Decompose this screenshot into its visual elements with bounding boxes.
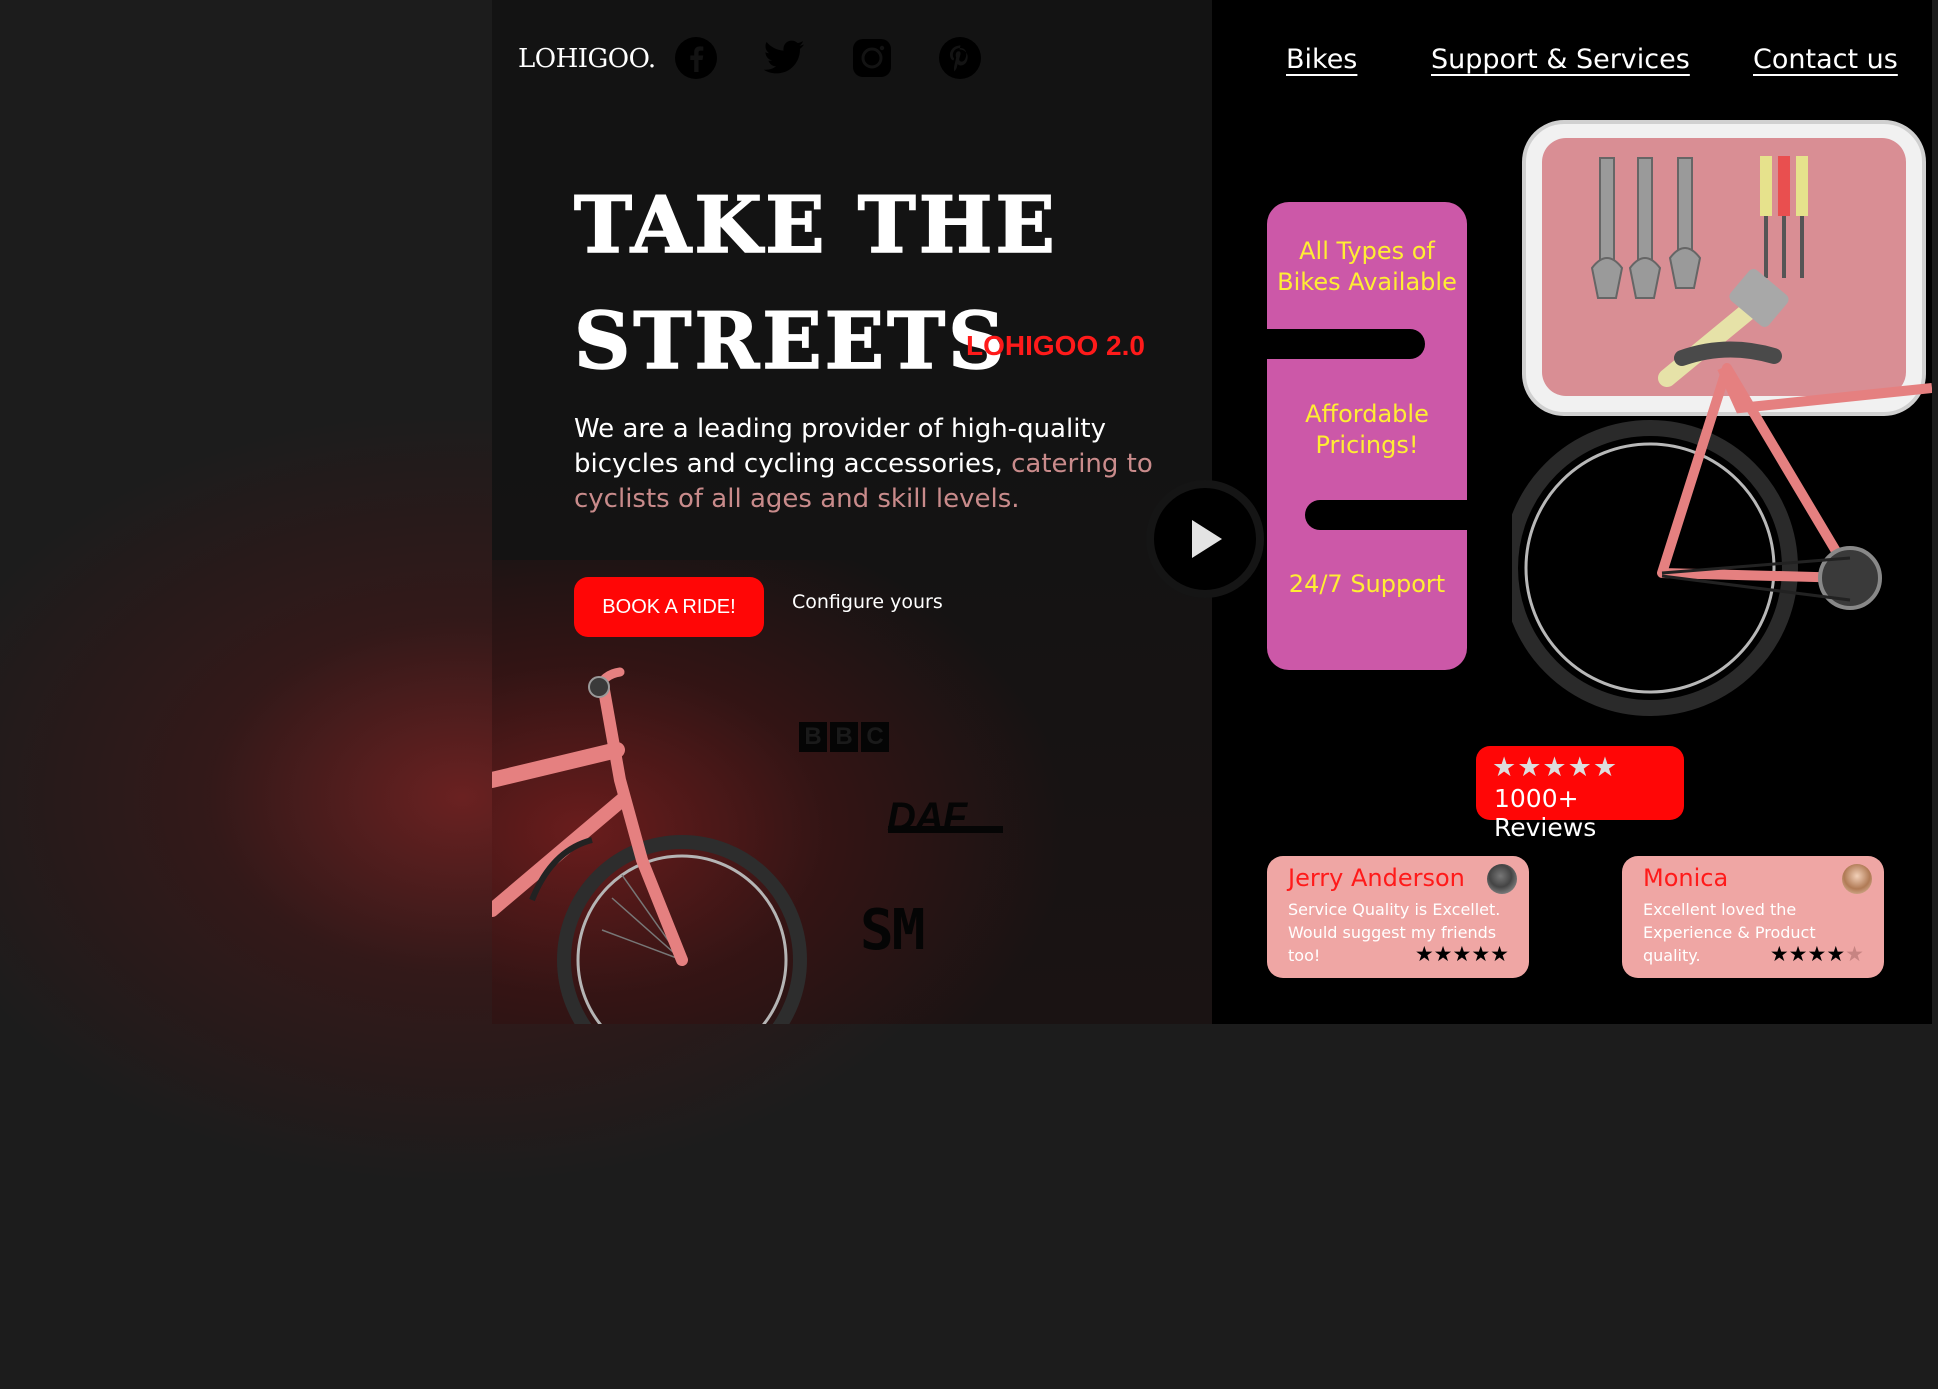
feature-pricing: Affordable Pricings! xyxy=(1305,400,1429,459)
bbc-logo: B B C xyxy=(799,722,889,752)
daf-logo-bar xyxy=(888,826,1003,833)
bbc-letter: B xyxy=(830,722,858,752)
review-stars: ★★★★★ xyxy=(1770,942,1864,966)
review-card: Jerry Anderson Service Quality is Excell… xyxy=(1267,856,1529,978)
empty-stars: ★ xyxy=(1845,942,1864,966)
bbc-letter: C xyxy=(861,722,889,752)
hero-panel: LOHIGOO. TAKE THE STREETS LOHIGOO 2.0 We… xyxy=(492,0,1212,1024)
filled-stars: ★★★★ xyxy=(1769,942,1846,966)
sm-logo: SM xyxy=(860,898,925,963)
reviewer-name: Jerry Anderson xyxy=(1288,864,1465,892)
feature-divider xyxy=(1267,329,1425,359)
review-card: Monica Excellent loved the Experience & … xyxy=(1622,856,1884,978)
nav-bikes[interactable]: Bikes xyxy=(1286,44,1357,75)
landing-page: LOHIGOO. TAKE THE STREETS LOHIGOO 2.0 We… xyxy=(492,0,1932,1024)
hero-title: TAKE THE STREETS xyxy=(573,168,1058,400)
facebook-icon[interactable] xyxy=(674,36,718,80)
feature-bike-types: All Types of Bikes Available xyxy=(1277,237,1457,296)
review-stars: ★★★★★ xyxy=(1415,942,1509,966)
configure-link[interactable]: Configure yours xyxy=(792,591,943,613)
hero-description: We are a leading provider of high-qualit… xyxy=(574,412,1174,517)
toolbox-bike-image xyxy=(1512,120,1932,716)
hero-title-line1: TAKE THE xyxy=(573,179,1058,272)
rating-stars: ★★★★★ xyxy=(1492,752,1619,783)
pinterest-icon[interactable] xyxy=(938,36,982,80)
reviews-count: 1000+ Reviews xyxy=(1494,784,1597,842)
nav-contact-us[interactable]: Contact us xyxy=(1753,44,1898,75)
reviews-badge[interactable]: ★★★★★ 1000+ Reviews xyxy=(1476,746,1684,842)
twitter-icon[interactable] xyxy=(762,36,806,80)
hero-bike-image xyxy=(492,667,807,1024)
version-tag: LOHIGOO 2.0 xyxy=(966,330,1145,361)
bbc-letter: B xyxy=(799,722,827,752)
daf-logo: DAF xyxy=(887,795,967,839)
reviewer-name: Monica xyxy=(1643,864,1729,892)
instagram-icon[interactable] xyxy=(850,36,894,80)
filled-stars: ★★★★★ xyxy=(1414,942,1509,966)
book-ride-button[interactable]: BOOK A RIDE! xyxy=(574,577,764,637)
play-video-button[interactable] xyxy=(1146,480,1264,598)
feature-support: 24/7 Support xyxy=(1288,570,1446,598)
brand-logo[interactable]: LOHIGOO. xyxy=(518,44,656,74)
nav-support-services[interactable]: Support & Services xyxy=(1431,44,1690,75)
play-icon xyxy=(1192,520,1222,558)
avatar xyxy=(1842,864,1872,894)
features-card: All Types of Bikes Available Affordable … xyxy=(1267,202,1467,670)
feature-divider xyxy=(1305,500,1467,530)
avatar xyxy=(1487,864,1517,894)
